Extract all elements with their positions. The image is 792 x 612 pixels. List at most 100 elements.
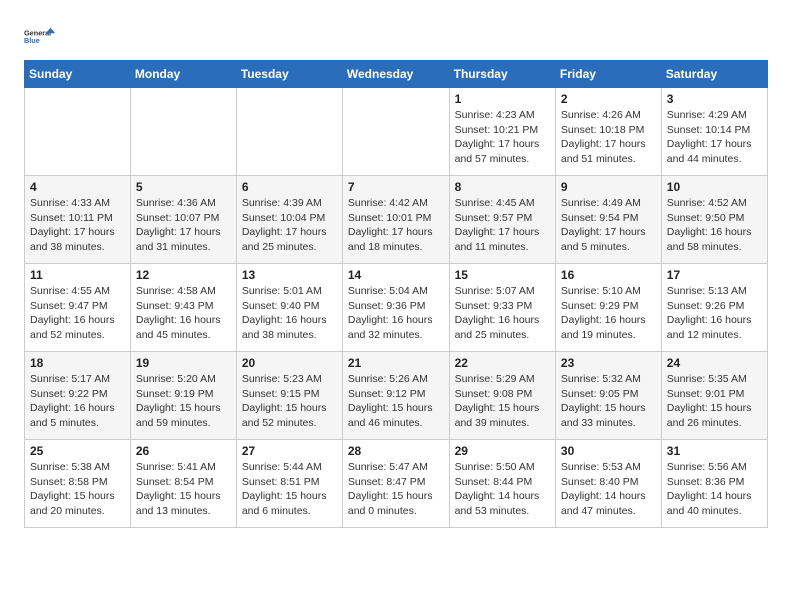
day-cell: 20 Sunrise: 5:23 AMSunset: 9:15 PMDayligh…	[236, 352, 342, 440]
day-number: 9	[561, 180, 656, 194]
day-number: 10	[667, 180, 762, 194]
day-number: 13	[242, 268, 337, 282]
day-cell: 28 Sunrise: 5:47 AMSunset: 8:47 PMDayligh…	[342, 440, 449, 528]
day-info: Sunrise: 5:44 AMSunset: 8:51 PMDaylight:…	[242, 460, 337, 519]
day-info: Sunrise: 5:29 AMSunset: 9:08 PMDaylight:…	[455, 372, 550, 431]
day-number: 23	[561, 356, 656, 370]
day-number: 26	[136, 444, 231, 458]
day-cell: 21 Sunrise: 5:26 AMSunset: 9:12 PMDayligh…	[342, 352, 449, 440]
day-cell: 26Sunrise: 5:41 AMSunset: 8:54 PMDayligh…	[130, 440, 236, 528]
day-cell: 6 Sunrise: 4:39 AMSunset: 10:04 PMDayligh…	[236, 176, 342, 264]
day-number: 3	[667, 92, 762, 106]
day-info: Sunrise: 4:29 AMSunset: 10:14 PMDaylight…	[667, 108, 762, 167]
weekday-header-monday: Monday	[130, 61, 236, 88]
day-number: 27	[242, 444, 337, 458]
day-number: 2	[561, 92, 656, 106]
day-info: Sunrise: 5:26 AMSunset: 9:12 PMDaylight:…	[348, 372, 444, 431]
day-cell: 16 Sunrise: 5:10 AMSunset: 9:29 PMDayligh…	[555, 264, 661, 352]
day-info: Sunrise: 5:13 AMSunset: 9:26 PMDaylight:…	[667, 284, 762, 343]
day-info: Sunrise: 5:10 AMSunset: 9:29 PMDaylight:…	[561, 284, 656, 343]
day-info: Sunrise: 4:23 AMSunset: 10:21 PMDaylight…	[455, 108, 550, 167]
day-number: 7	[348, 180, 444, 194]
day-cell	[25, 88, 131, 176]
day-info: Sunrise: 5:17 AMSunset: 9:22 PMDaylight:…	[30, 372, 125, 431]
day-info: Sunrise: 4:36 AMSunset: 10:07 PMDaylight…	[136, 196, 231, 255]
day-cell: 13 Sunrise: 5:01 AMSunset: 9:40 PMDayligh…	[236, 264, 342, 352]
day-number: 28	[348, 444, 444, 458]
day-info: Sunrise: 5:50 AMSunset: 8:44 PMDaylight:…	[455, 460, 550, 519]
day-info: Sunrise: 4:52 AMSunset: 9:50 PMDaylight:…	[667, 196, 762, 255]
day-number: 11	[30, 268, 125, 282]
day-cell: 2Sunrise: 4:26 AMSunset: 10:18 PMDayligh…	[555, 88, 661, 176]
week-row-4: 18 Sunrise: 5:17 AMSunset: 9:22 PMDayligh…	[25, 352, 768, 440]
day-cell: 29Sunrise: 5:50 AMSunset: 8:44 PMDayligh…	[449, 440, 555, 528]
day-cell: 18 Sunrise: 5:17 AMSunset: 9:22 PMDayligh…	[25, 352, 131, 440]
weekday-header-saturday: Saturday	[661, 61, 767, 88]
day-info: Sunrise: 4:45 AMSunset: 9:57 PMDaylight:…	[455, 196, 550, 255]
day-info: Sunrise: 5:20 AMSunset: 9:19 PMDaylight:…	[136, 372, 231, 431]
week-row-1: 1 Sunrise: 4:23 AMSunset: 10:21 PMDayligh…	[25, 88, 768, 176]
day-cell: 25 Sunrise: 5:38 AMSunset: 8:58 PMDayligh…	[25, 440, 131, 528]
day-cell: 14 Sunrise: 5:04 AMSunset: 9:36 PMDayligh…	[342, 264, 449, 352]
weekday-header-row: SundayMondayTuesdayWednesdayThursdayFrid…	[25, 61, 768, 88]
day-number: 4	[30, 180, 125, 194]
day-cell: 11 Sunrise: 4:55 AMSunset: 9:47 PMDayligh…	[25, 264, 131, 352]
day-cell: 4Sunrise: 4:33 AMSunset: 10:11 PMDayligh…	[25, 176, 131, 264]
day-cell: 27 Sunrise: 5:44 AMSunset: 8:51 PMDayligh…	[236, 440, 342, 528]
day-number: 30	[561, 444, 656, 458]
logo: GeneralBlue	[24, 20, 56, 52]
day-cell: 5 Sunrise: 4:36 AMSunset: 10:07 PMDayligh…	[130, 176, 236, 264]
day-cell: 23 Sunrise: 5:32 AMSunset: 9:05 PMDayligh…	[555, 352, 661, 440]
day-number: 21	[348, 356, 444, 370]
day-number: 6	[242, 180, 337, 194]
day-cell	[342, 88, 449, 176]
day-info: Sunrise: 4:55 AMSunset: 9:47 PMDaylight:…	[30, 284, 125, 343]
day-number: 20	[242, 356, 337, 370]
week-row-2: 4Sunrise: 4:33 AMSunset: 10:11 PMDayligh…	[25, 176, 768, 264]
day-cell: 31Sunrise: 5:56 AMSunset: 8:36 PMDayligh…	[661, 440, 767, 528]
calendar-table: SundayMondayTuesdayWednesdayThursdayFrid…	[24, 60, 768, 528]
day-info: Sunrise: 5:01 AMSunset: 9:40 PMDaylight:…	[242, 284, 337, 343]
day-cell: 19Sunrise: 5:20 AMSunset: 9:19 PMDayligh…	[130, 352, 236, 440]
day-number: 14	[348, 268, 444, 282]
day-number: 16	[561, 268, 656, 282]
day-number: 22	[455, 356, 550, 370]
day-cell: 15Sunrise: 5:07 AMSunset: 9:33 PMDayligh…	[449, 264, 555, 352]
day-number: 15	[455, 268, 550, 282]
day-cell: 1 Sunrise: 4:23 AMSunset: 10:21 PMDayligh…	[449, 88, 555, 176]
day-number: 12	[136, 268, 231, 282]
weekday-header-wednesday: Wednesday	[342, 61, 449, 88]
day-cell	[130, 88, 236, 176]
day-info: Sunrise: 5:32 AMSunset: 9:05 PMDaylight:…	[561, 372, 656, 431]
day-number: 24	[667, 356, 762, 370]
day-number: 18	[30, 356, 125, 370]
day-number: 17	[667, 268, 762, 282]
day-info: Sunrise: 5:47 AMSunset: 8:47 PMDaylight:…	[348, 460, 444, 519]
week-row-3: 11 Sunrise: 4:55 AMSunset: 9:47 PMDayligh…	[25, 264, 768, 352]
day-cell: 30 Sunrise: 5:53 AMSunset: 8:40 PMDayligh…	[555, 440, 661, 528]
day-number: 25	[30, 444, 125, 458]
day-info: Sunrise: 5:53 AMSunset: 8:40 PMDaylight:…	[561, 460, 656, 519]
week-row-5: 25 Sunrise: 5:38 AMSunset: 8:58 PMDayligh…	[25, 440, 768, 528]
day-info: Sunrise: 4:42 AMSunset: 10:01 PMDaylight…	[348, 196, 444, 255]
day-number: 1	[455, 92, 550, 106]
day-cell: 17 Sunrise: 5:13 AMSunset: 9:26 PMDayligh…	[661, 264, 767, 352]
day-cell: 3 Sunrise: 4:29 AMSunset: 10:14 PMDayligh…	[661, 88, 767, 176]
day-info: Sunrise: 5:04 AMSunset: 9:36 PMDaylight:…	[348, 284, 444, 343]
day-cell: 9Sunrise: 4:49 AMSunset: 9:54 PMDaylight…	[555, 176, 661, 264]
weekday-header-tuesday: Tuesday	[236, 61, 342, 88]
day-number: 8	[455, 180, 550, 194]
day-cell: 7 Sunrise: 4:42 AMSunset: 10:01 PMDayligh…	[342, 176, 449, 264]
weekday-header-friday: Friday	[555, 61, 661, 88]
day-info: Sunrise: 5:38 AMSunset: 8:58 PMDaylight:…	[30, 460, 125, 519]
day-info: Sunrise: 5:35 AMSunset: 9:01 PMDaylight:…	[667, 372, 762, 431]
day-cell: 12 Sunrise: 4:58 AMSunset: 9:43 PMDayligh…	[130, 264, 236, 352]
day-info: Sunrise: 4:58 AMSunset: 9:43 PMDaylight:…	[136, 284, 231, 343]
day-info: Sunrise: 4:39 AMSunset: 10:04 PMDaylight…	[242, 196, 337, 255]
day-info: Sunrise: 5:23 AMSunset: 9:15 PMDaylight:…	[242, 372, 337, 431]
day-cell: 24 Sunrise: 5:35 AMSunset: 9:01 PMDayligh…	[661, 352, 767, 440]
day-number: 5	[136, 180, 231, 194]
day-cell: 8 Sunrise: 4:45 AMSunset: 9:57 PMDaylight…	[449, 176, 555, 264]
svg-text:Blue: Blue	[24, 36, 40, 45]
day-cell	[236, 88, 342, 176]
